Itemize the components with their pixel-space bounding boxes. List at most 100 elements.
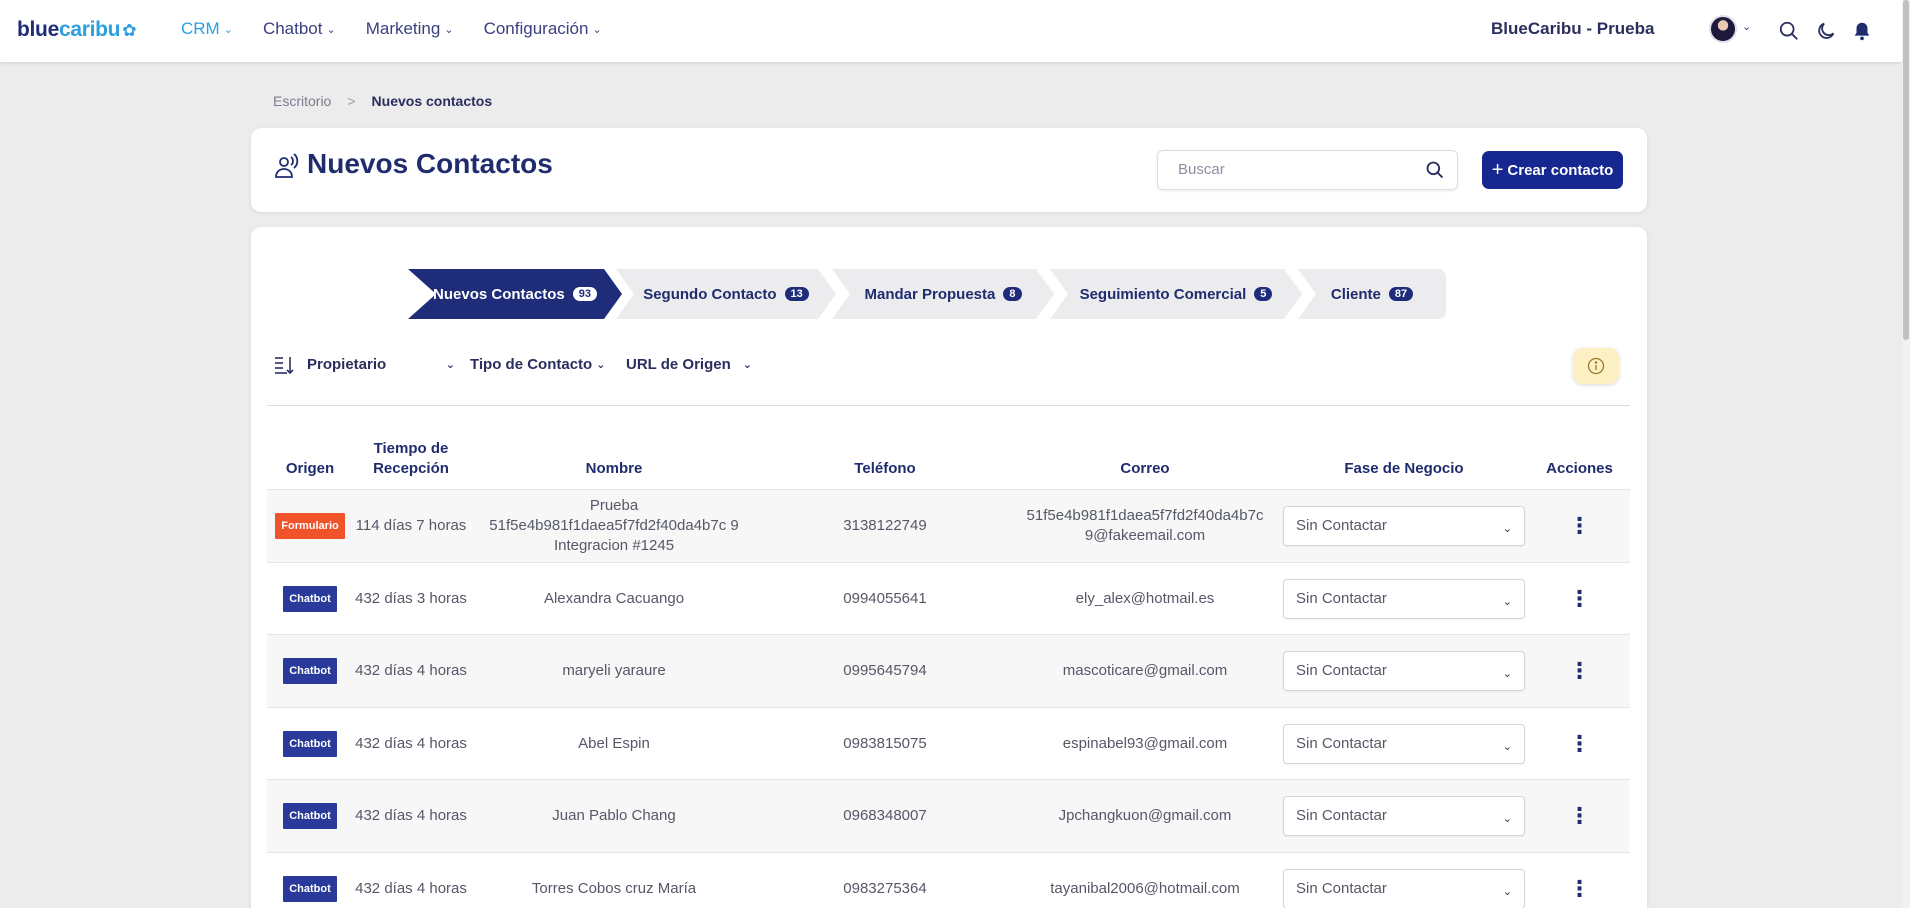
header-acciones: Acciones xyxy=(1546,460,1613,477)
filter-propietario[interactable]: Propietario ⌄ xyxy=(307,356,455,373)
stage-nuevos-contactos[interactable]: Nuevos Contactos 93 xyxy=(408,269,622,319)
stage-cliente[interactable]: Cliente 87 xyxy=(1298,269,1446,319)
contact-name[interactable]: Prueba 51f5e4b981f1daea5f7fd2f40da4b7c 9… xyxy=(469,490,759,562)
contact-phone: 0983275364 xyxy=(843,879,927,897)
origin-badge: Chatbot xyxy=(283,875,337,902)
filters-bar: Propietario ⌄ Tipo de Contacto ⌄ URL de Or… xyxy=(273,354,773,378)
contact-name[interactable]: Alexandra Cacuango xyxy=(469,563,759,635)
chevron-down-icon: ⌄ xyxy=(1502,813,1512,825)
create-contact-button[interactable]: + Crear contacto xyxy=(1482,151,1623,189)
contact-email: mascoticare@gmail.com xyxy=(1062,662,1228,679)
contact-name[interactable]: Juan Pablo Chang xyxy=(469,780,759,852)
chevron-down-icon: ⌄ xyxy=(596,359,606,371)
reception-time: 432 días 4 horas xyxy=(355,879,467,897)
divider xyxy=(267,405,1630,406)
contact-phone: 0983815075 xyxy=(843,734,927,752)
header-correo: Correo xyxy=(1120,460,1170,477)
chevron-down-icon: ⌄ xyxy=(1502,740,1512,753)
stage-select[interactable]: Sin Contactar ⌄ xyxy=(1283,796,1525,836)
stage-seguimiento-comercial[interactable]: Seguimiento Comercial 5 xyxy=(1050,269,1302,319)
main-nav: CRM ⌄ Chatbot ⌄ Marketing ⌄ Configuración ⌄ xyxy=(181,19,632,39)
more-actions-icon[interactable]: ⋮ xyxy=(1569,587,1591,610)
table-row[interactable]: Chatbot 432 días 4 horas Torres Cobos cr… xyxy=(267,851,1630,908)
chevron-down-icon[interactable]: ⌄ xyxy=(1742,20,1751,33)
reception-time: 432 días 4 horas xyxy=(355,807,467,824)
pipeline-stages: Nuevos Contactos 93 Segundo Contacto 13 Ma… xyxy=(408,269,1478,319)
chevron-down-icon: ⌄ xyxy=(1502,595,1512,608)
filter-url-origen[interactable]: URL de Origen ⌄ xyxy=(626,356,752,373)
contacts-table: Origen Tiempo de Recepción Nombre Teléfon… xyxy=(267,417,1630,908)
nav-item-crm[interactable]: CRM ⌄ xyxy=(181,19,233,39)
reception-time: 432 días 4 horas xyxy=(355,662,467,679)
sort-icon[interactable] xyxy=(273,354,295,376)
breadcrumb-home[interactable]: Escritorio xyxy=(273,93,331,109)
chevron-down-icon: ⌄ xyxy=(592,23,602,36)
more-actions-icon[interactable]: ⋮ xyxy=(1569,877,1591,900)
page-header-card: Nuevos Contactos +Crear contacto xyxy=(251,128,1647,212)
contact-name[interactable]: Torres Cobos cruz María xyxy=(469,853,759,908)
contact-email: espinabel93@gmail.com xyxy=(1062,734,1228,752)
stage-select[interactable]: Sin Contactar ⌄ xyxy=(1283,651,1525,691)
page-title: Nuevos Contactos xyxy=(307,148,553,179)
more-actions-icon[interactable]: ⋮ xyxy=(1569,732,1591,755)
table-row[interactable]: Chatbot 432 días 4 horas Abel Espin 0983… xyxy=(267,706,1630,780)
more-actions-icon[interactable]: ⋮ xyxy=(1569,660,1591,682)
stage-select[interactable]: Sin Contactar ⌄ xyxy=(1283,723,1525,764)
chevron-down-icon: ⌄ xyxy=(444,23,454,36)
contact-phone: 0968348007 xyxy=(843,807,927,824)
info-icon xyxy=(1587,357,1605,375)
header-origen: Origen xyxy=(285,460,335,477)
origin-badge: Chatbot xyxy=(283,803,337,829)
paw-icon: ✿ xyxy=(122,21,137,40)
chevron-down-icon: ⌄ xyxy=(1502,523,1512,535)
moon-icon[interactable] xyxy=(1815,20,1837,42)
stage-count-badge: 87 xyxy=(1388,287,1414,301)
filter-tipo-contacto[interactable]: Tipo de Contacto ⌄ xyxy=(470,356,605,373)
stage-mandar-propuesta[interactable]: Mandar Propuesta 8 xyxy=(832,269,1054,319)
table-row[interactable]: Chatbot 432 días 4 horas Juan Pablo Chan… xyxy=(267,779,1630,852)
stage-segundo-contacto[interactable]: Segundo Contacto 13 xyxy=(616,269,836,319)
table-header: Origen Tiempo de Recepción Nombre Teléfon… xyxy=(267,417,1630,489)
more-actions-icon[interactable]: ⋮ xyxy=(1569,515,1591,537)
contact-email: ely_alex@hotmail.es xyxy=(1075,589,1215,607)
stage-select[interactable]: Sin Contactar ⌄ xyxy=(1283,578,1525,619)
breadcrumb: Escritorio > Nuevos contactos xyxy=(273,93,492,109)
more-actions-icon[interactable]: ⋮ xyxy=(1569,805,1591,827)
contact-email: 51f5e4b981f1daea5f7fd2f40da4b7c 9@fakeem… xyxy=(1026,507,1264,544)
company-name: BlueCaribu - Prueba xyxy=(1491,19,1655,38)
nav-item-marketing[interactable]: Marketing ⌄ xyxy=(366,19,454,39)
stage-count-badge: 93 xyxy=(572,287,597,301)
origin-badge: Formulario xyxy=(275,513,345,539)
search-icon[interactable] xyxy=(1778,20,1800,42)
search-icon[interactable] xyxy=(1425,160,1445,180)
chevron-down-icon: ⌄ xyxy=(742,359,752,371)
contact-phone: 3138122749 xyxy=(843,517,927,534)
header-tiempo: Tiempo de Recepción xyxy=(373,440,449,477)
scrollbar-thumb[interactable] xyxy=(1903,0,1909,340)
breadcrumb-current: Nuevos contactos xyxy=(371,93,493,109)
chevron-down-icon: ⌄ xyxy=(445,359,455,371)
table-row[interactable]: Chatbot 432 días 3 horas Alexandra Cacua… xyxy=(267,561,1630,635)
contact-name[interactable]: maryeli yaraure xyxy=(469,635,759,707)
top-navbar: bluecaribu ✿ CRM ⌄ Chatbot ⌄ Marketing ⌄ Con… xyxy=(0,0,1902,62)
contact-name[interactable]: Abel Espin xyxy=(469,708,759,780)
stage-select[interactable]: Sin Contactar ⌄ xyxy=(1283,506,1525,546)
contacts-card: Nuevos Contactos 93 Segundo Contacto 13 Ma… xyxy=(251,227,1647,908)
bluecaribu-logo[interactable]: bluecaribu ✿ xyxy=(17,18,136,42)
user-avatar[interactable] xyxy=(1709,15,1737,43)
header-fase: Fase de Negocio xyxy=(1344,460,1464,477)
table-row[interactable]: Chatbot 432 días 4 horas maryeli yaraure… xyxy=(267,634,1630,707)
stage-count-badge: 5 xyxy=(1254,287,1273,301)
chevron-down-icon: ⌄ xyxy=(326,23,336,36)
page-scrollbar[interactable] xyxy=(1902,0,1910,908)
search-input[interactable] xyxy=(1178,161,1418,178)
nav-item-chatbot[interactable]: Chatbot ⌄ xyxy=(263,19,336,39)
table-row[interactable]: Formulario 114 días 7 horas Prueba 51f5e… xyxy=(267,489,1630,562)
contact-signal-icon xyxy=(275,153,299,178)
info-button[interactable] xyxy=(1573,348,1619,384)
breadcrumb-separator: > xyxy=(347,93,356,109)
bell-icon[interactable] xyxy=(1851,20,1873,42)
stage-select[interactable]: Sin Contactar ⌄ xyxy=(1283,868,1525,908)
nav-item-configuracion[interactable]: Configuración ⌄ xyxy=(484,19,602,39)
chevron-down-icon: ⌄ xyxy=(1502,668,1512,680)
